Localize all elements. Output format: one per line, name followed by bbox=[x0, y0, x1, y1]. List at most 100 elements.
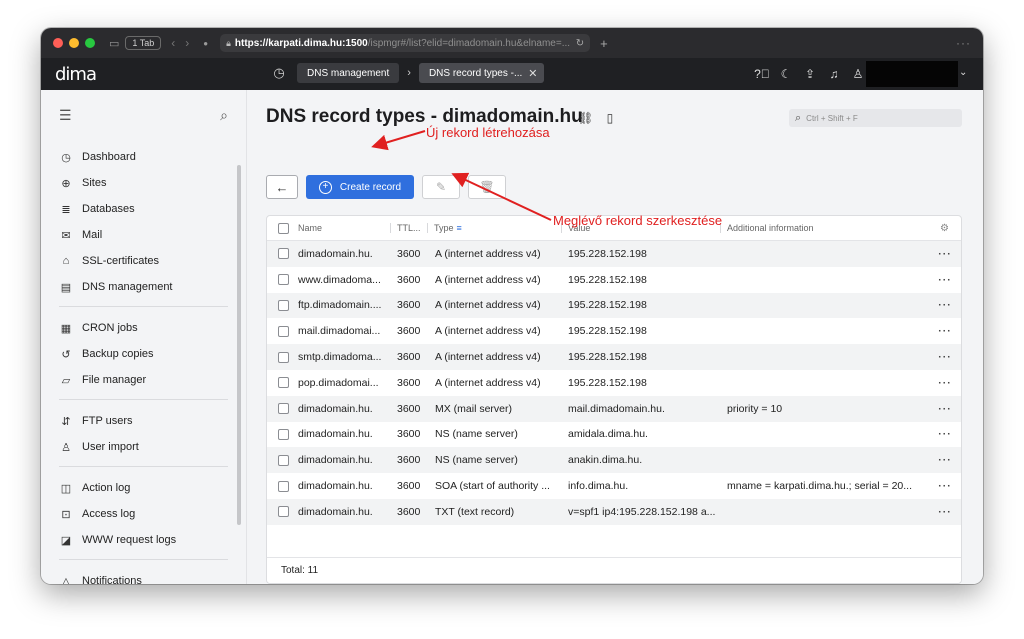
row-checkbox[interactable] bbox=[278, 506, 289, 518]
edit-button[interactable]: ✎ bbox=[422, 175, 460, 199]
menu-icon[interactable]: ☰ bbox=[59, 107, 72, 124]
cell-value: info.dima.hu. bbox=[568, 480, 629, 493]
column-name[interactable]: Name bbox=[298, 223, 390, 233]
sidebar-item-mail[interactable]: ✉ Mail bbox=[41, 222, 246, 248]
row-actions-icon[interactable]: ··· bbox=[935, 299, 955, 311]
minimize-window-button[interactable] bbox=[69, 38, 79, 48]
table-footer: Total: 11 bbox=[267, 557, 961, 583]
row-checkbox[interactable] bbox=[278, 480, 289, 492]
sidebar-toggle-icon[interactable]: ▭ bbox=[109, 37, 119, 50]
table-row[interactable]: ftp.dimadomain.... 3600 A (internet addres… bbox=[267, 292, 961, 319]
close-icon[interactable]: ✕ bbox=[528, 67, 537, 80]
breadcrumb-dns-record-types[interactable]: DNS record types -... ✕ bbox=[418, 63, 544, 83]
cell-value: 195.228.152.198 bbox=[568, 273, 647, 286]
row-actions-icon[interactable]: ··· bbox=[935, 351, 955, 363]
table-row[interactable]: mail.dimadomai... 3600 A (internet address… bbox=[267, 318, 961, 344]
sidebar-item-dns[interactable]: ▤ DNS management bbox=[41, 274, 246, 300]
delete-button[interactable]: 🗑︎ bbox=[468, 175, 506, 199]
table-row[interactable]: dimadomain.hu. 3600 MX (mail server) mail.d… bbox=[267, 395, 961, 422]
sidebar-item-cron[interactable]: ▦ CRON jobs bbox=[41, 315, 246, 341]
row-actions-icon[interactable]: ··· bbox=[935, 480, 955, 492]
column-info[interactable]: Additional information bbox=[720, 223, 912, 233]
sidebar-item-ssl[interactable]: ⌂ SSL-certificates bbox=[41, 248, 246, 274]
search-icon[interactable]: ⌕ bbox=[220, 107, 228, 124]
sidebar-item-ftp[interactable]: ⇵ FTP users bbox=[41, 408, 246, 434]
column-type[interactable]: Type ≡ bbox=[427, 223, 551, 233]
sidebar-item-action-log[interactable]: ◫ Action log bbox=[41, 475, 246, 501]
table-row[interactable]: pop.dimadomai... 3600 A (internet address … bbox=[267, 370, 961, 396]
back-nav-icon[interactable]: ‹ bbox=[171, 36, 175, 50]
maximize-window-button[interactable] bbox=[85, 38, 95, 48]
row-actions-icon[interactable]: ··· bbox=[935, 506, 955, 518]
document-icon[interactable]: ▯ bbox=[607, 111, 614, 125]
sidebar-item-www-log[interactable]: ◪ WWW request logs bbox=[41, 527, 246, 553]
row-checkbox[interactable] bbox=[278, 454, 289, 466]
sidebar-item-file-manager[interactable]: ▱ File manager bbox=[41, 367, 246, 393]
column-ttl[interactable]: TTL... bbox=[390, 223, 428, 233]
cell-ttl: 3600 bbox=[397, 376, 421, 389]
row-checkbox[interactable] bbox=[278, 325, 289, 337]
table-row[interactable]: smtp.dimadoma... 3600 A (internet address … bbox=[267, 344, 961, 370]
row-actions-icon[interactable]: ··· bbox=[935, 274, 955, 286]
database-icon: ≣ bbox=[61, 203, 71, 216]
link-icon[interactable]: ⛓︎ bbox=[578, 111, 593, 125]
theme-icon[interactable]: ☾ bbox=[774, 67, 798, 81]
table-row[interactable]: dimadomain.hu. 3600 NS (name server) anakin… bbox=[267, 447, 961, 474]
row-checkbox[interactable] bbox=[278, 428, 289, 440]
row-checkbox[interactable] bbox=[278, 403, 289, 415]
forward-nav-icon[interactable]: › bbox=[185, 36, 189, 50]
close-window-button[interactable] bbox=[53, 38, 63, 48]
upload-icon[interactable]: ⇪ bbox=[798, 67, 822, 81]
row-checkbox[interactable] bbox=[278, 274, 289, 286]
back-button[interactable]: ← bbox=[266, 175, 298, 199]
row-actions-icon[interactable]: ··· bbox=[935, 454, 955, 466]
cell-type: A (internet address v4) bbox=[435, 299, 541, 312]
table-row[interactable]: dimadomain.hu. 3600 SOA (start of authorit… bbox=[267, 473, 961, 499]
header-icons: ?⃝ ☾ ⇪ ♫ ♙ bbox=[750, 58, 870, 90]
breadcrumb-label: DNS record types -... bbox=[428, 67, 523, 79]
sidebar-item-label: Mail bbox=[82, 229, 103, 241]
breadcrumb-dns-management[interactable]: DNS management bbox=[297, 63, 400, 83]
table-row[interactable]: www.dimadoma... 3600 A (internet address v… bbox=[267, 267, 961, 293]
create-record-button[interactable]: + Create record bbox=[306, 175, 414, 199]
cell-name: pop.dimadomai... bbox=[298, 376, 379, 389]
row-actions-icon[interactable]: ··· bbox=[935, 428, 955, 440]
logo[interactable]: dima bbox=[55, 64, 97, 85]
sidebar-item-user-import[interactable]: ♙ User import bbox=[41, 434, 246, 460]
search-input[interactable]: ⌕ Ctrl + Shift + F bbox=[789, 109, 962, 127]
new-tab-icon[interactable]: + bbox=[600, 36, 608, 51]
tab-count[interactable]: 1 Tab bbox=[125, 36, 162, 50]
cell-type: A (internet address v4) bbox=[435, 351, 541, 364]
sidebar-item-sites[interactable]: ⊕ Sites bbox=[41, 170, 246, 196]
row-actions-icon[interactable]: ··· bbox=[935, 325, 955, 337]
row-checkbox[interactable] bbox=[278, 299, 289, 311]
sidebar-item-access-log[interactable]: ⊡ Access log bbox=[41, 501, 246, 527]
row-checkbox[interactable] bbox=[278, 248, 289, 260]
settings-icon[interactable]: ⚙ bbox=[935, 223, 955, 234]
select-all-checkbox[interactable] bbox=[278, 222, 289, 234]
sidebar-item-dashboard[interactable]: ◷ Dashboard bbox=[41, 144, 246, 170]
sidebar-item-databases[interactable]: ≣ Databases bbox=[41, 196, 246, 222]
table-row[interactable]: dimadomain.hu. 3600 A (internet address v4… bbox=[267, 241, 961, 267]
chevron-down-icon[interactable]: ⌄ bbox=[959, 67, 967, 78]
cell-type: MX (mail server) bbox=[435, 402, 513, 415]
row-actions-icon[interactable]: ··· bbox=[935, 248, 955, 260]
bell-icon[interactable]: ♫ bbox=[822, 67, 846, 81]
privacy-icon[interactable]: ● bbox=[203, 39, 208, 48]
row-actions-icon[interactable]: ··· bbox=[935, 377, 955, 389]
table-row[interactable]: dimadomain.hu. 3600 TXT (text record) v=spf… bbox=[267, 498, 961, 525]
reload-icon[interactable]: ↻ bbox=[576, 38, 584, 49]
sidebar-item-notifications[interactable]: △ Notifications bbox=[41, 568, 246, 584]
url-bar[interactable]: 🔒︎ https://karpati.dima.hu:1500/ispmgr#/… bbox=[220, 34, 591, 52]
dashboard-icon[interactable]: ◷ bbox=[269, 63, 289, 83]
sidebar-scrollbar[interactable] bbox=[237, 165, 241, 525]
more-icon[interactable]: ··· bbox=[956, 36, 971, 50]
sort-icon[interactable]: ≡ bbox=[457, 223, 462, 233]
table-row[interactable]: dimadomain.hu. 3600 NS (name server) amidal… bbox=[267, 422, 961, 448]
lock-icon: ⌂ bbox=[62, 255, 70, 267]
help-icon[interactable]: ?⃝ bbox=[750, 67, 774, 81]
row-checkbox[interactable] bbox=[278, 351, 289, 363]
row-actions-icon[interactable]: ··· bbox=[935, 403, 955, 415]
sidebar-item-backup[interactable]: ↺ Backup copies bbox=[41, 341, 246, 367]
row-checkbox[interactable] bbox=[278, 377, 289, 389]
